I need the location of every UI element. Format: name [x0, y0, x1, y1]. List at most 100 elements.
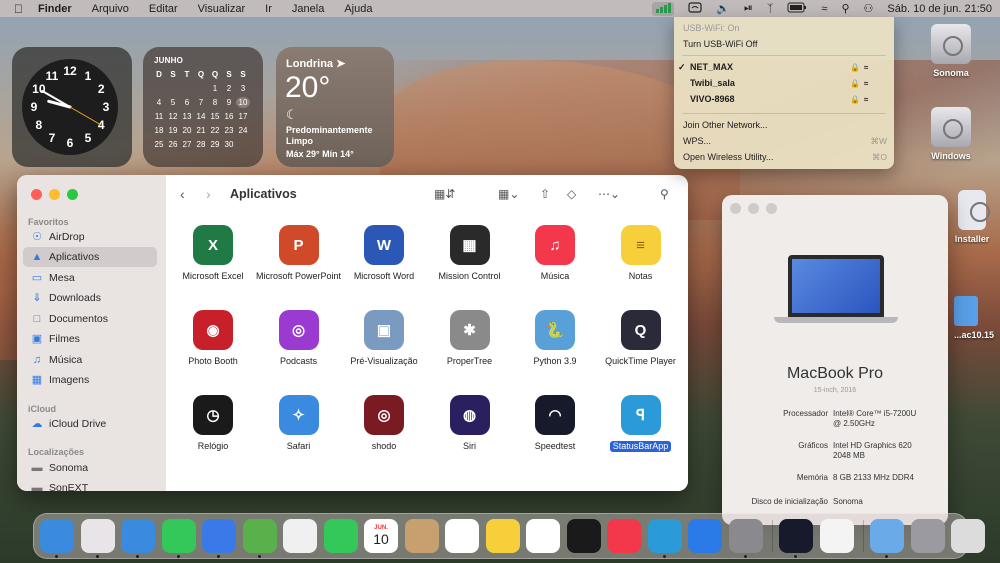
volume-icon[interactable]: 🔊 — [716, 2, 730, 15]
dock-messages-icon[interactable] — [161, 519, 196, 553]
sidebar-item-icloud-drive[interactable]: ☁ iCloud Drive — [23, 414, 157, 434]
dock-statusbarapp-icon[interactable] — [647, 519, 682, 553]
signal-bars-icon[interactable] — [652, 1, 675, 16]
wifi-network-item[interactable]: Twibi_sala 🔒 ≈ — [674, 76, 894, 91]
view-mode-icon[interactable]: ▦⇵ — [434, 186, 455, 202]
wifi-icon[interactable]: ≈ — [821, 3, 827, 15]
dock-reminders-icon[interactable] — [445, 519, 479, 553]
app-item[interactable]: ▦ Mission Control — [427, 225, 513, 282]
app-item[interactable]: ◉ Photo Booth — [170, 310, 256, 367]
sidebar-item-downloads[interactable]: ⇓ Downloads — [23, 288, 157, 308]
app-item[interactable]: ꟼ StatusBarApp — [598, 395, 684, 452]
menu-ajuda[interactable]: Ajuda — [344, 3, 372, 15]
sidebar-item-filmes[interactable]: ▣ Filmes — [23, 329, 157, 349]
dock-calendar-icon[interactable]: JUN. 10 — [364, 519, 398, 553]
search-icon[interactable]: ⚲ — [660, 186, 669, 202]
zoom-button[interactable] — [766, 203, 777, 214]
app-item[interactable]: ◎ shodo — [341, 395, 427, 452]
sidebar-item-musica[interactable]: ♫ Música — [23, 350, 157, 370]
battery-icon[interactable] — [787, 2, 807, 16]
group-by-icon[interactable]: ▦⌄ — [498, 186, 519, 202]
sidebar-item-aplicativos[interactable]: ▲ Aplicativos — [23, 247, 157, 267]
dock-notes-icon[interactable] — [485, 519, 520, 553]
tag-icon[interactable]: ◇ — [567, 186, 576, 202]
sidebar-item-airdrop[interactable]: ☉ AirDrop — [23, 227, 157, 247]
dock-maps-icon[interactable] — [242, 519, 277, 553]
menu-visualizar[interactable]: Visualizar — [198, 3, 246, 15]
close-button[interactable] — [730, 203, 741, 214]
wifi-network-item[interactable]: VIVO-8968 🔒 ≈ — [674, 92, 894, 107]
back-button[interactable]: ‹ — [180, 186, 185, 202]
more-actions-icon[interactable]: ⋯⌄ — [598, 186, 620, 202]
close-button[interactable] — [31, 189, 42, 200]
desktop-icon-installer[interactable]: Installer — [944, 190, 1000, 244]
app-item[interactable]: Q QuickTime Player — [598, 310, 684, 367]
menu-ir[interactable]: Ir — [265, 3, 272, 15]
zoom-button[interactable] — [67, 189, 78, 200]
dock-finder-icon[interactable] — [40, 519, 74, 553]
wifi-network-item[interactable]: ✓ NET_MAX 🔒 ≈ — [674, 60, 894, 75]
control-center-icon[interactable]: ⚇ — [864, 2, 874, 15]
minimize-button[interactable] — [748, 203, 759, 214]
usb-wifi-icon[interactable] — [688, 1, 702, 16]
dock-speedtest-icon[interactable] — [779, 519, 813, 553]
minimize-button[interactable] — [49, 189, 60, 200]
app-item[interactable]: X Microsoft Excel — [170, 225, 256, 282]
app-item[interactable]: ◎ Podcasts — [256, 310, 342, 367]
app-item[interactable]: ◷ Relógio — [170, 395, 256, 452]
menu-janela[interactable]: Janela — [292, 3, 324, 15]
dock-downloads-icon[interactable] — [870, 519, 904, 553]
weather-widget[interactable]: Londrina ➤ 20° ☾ Predominantemente Limpo … — [276, 47, 394, 167]
dock-contacts-icon[interactable] — [404, 519, 439, 553]
menu-arquivo[interactable]: Arquivo — [92, 3, 129, 15]
share-icon[interactable]: ⇧ — [540, 186, 550, 202]
app-item[interactable]: 🐍 Python 3.9 — [512, 310, 598, 367]
clock-widget[interactable]: 12 1 2 3 4 5 6 7 8 9 10 11 — [12, 47, 132, 167]
sidebar-item-imagens[interactable]: ▦ Imagens — [23, 370, 157, 390]
app-item[interactable]: ♫ Música — [512, 225, 598, 282]
sidebar-item-documentos[interactable]: □ Documentos — [23, 309, 157, 329]
sidebar-item-sonoma[interactable]: ▬ Sonoma — [23, 458, 157, 478]
wifi-toggle-item[interactable]: Turn USB-WiFi Off — [683, 37, 887, 51]
wps-item[interactable]: WPS... ⌘W — [683, 134, 887, 148]
dock-textedit-icon[interactable] — [819, 519, 854, 553]
dock-disk-utility-icon[interactable] — [910, 519, 945, 553]
menu-editar[interactable]: Editar — [149, 3, 178, 15]
running-indicator — [95, 555, 99, 558]
dock-system-settings-icon[interactable] — [728, 519, 763, 553]
sidebar-item-mesa[interactable]: ▭ Mesa — [23, 268, 157, 288]
app-item[interactable]: ◠ Speedtest — [512, 395, 598, 452]
open-wireless-utility-item[interactable]: Open Wireless Utility... ⌘O — [683, 150, 887, 164]
dock-safari-icon[interactable] — [121, 519, 155, 553]
app-item[interactable]: ◍ Siri — [427, 395, 513, 452]
calendar-widget[interactable]: JUNHO D S T Q Q S S 1 2 3 4 5 6 7 8 9 10 11 12 13 14 15 16 17 18… — [143, 47, 263, 167]
dock-trash-icon[interactable] — [951, 519, 985, 553]
menubar-datetime[interactable]: Sáb. 10 de jun. 21:50 — [887, 3, 992, 15]
dock-tv-icon[interactable] — [566, 519, 601, 553]
sidebar-item-sonext[interactable]: ▬ SonEXT — [23, 478, 157, 491]
app-item[interactable]: ≡ Notas — [598, 225, 684, 282]
bluetooth-icon[interactable]: ᛉ — [767, 3, 774, 15]
search-icon[interactable]: ⚲ — [841, 2, 849, 15]
clock-numeral: 1 — [85, 69, 92, 83]
menu-app-finder[interactable]: Finder — [38, 3, 72, 15]
app-item[interactable]: ✧ Safari — [256, 395, 342, 452]
desktop-icon-sonoma[interactable]: Sonoma — [920, 24, 982, 78]
dock-mail-icon[interactable] — [202, 519, 236, 553]
desktop-icon-folder[interactable]: ...ac10.15 — [948, 296, 1000, 340]
dock-music-icon[interactable] — [607, 519, 641, 553]
play-icon[interactable]: ⏯ — [744, 2, 753, 15]
dock-launchpad-icon[interactable] — [80, 519, 115, 553]
dock-app-store-icon[interactable] — [688, 519, 722, 553]
dock-freeform-icon[interactable] — [526, 519, 560, 553]
app-item[interactable]: P Microsoft PowerPoint — [256, 225, 342, 282]
app-item[interactable]: W Microsoft Word — [341, 225, 427, 282]
dock-facetime-icon[interactable] — [323, 519, 358, 553]
app-item[interactable]: ▣ Pré-Visualização — [341, 310, 427, 367]
apple-menu-icon[interactable]:  — [14, 2, 28, 16]
app-item[interactable]: ✱ ProperTree — [427, 310, 513, 367]
join-other-network-item[interactable]: Join Other Network... — [683, 118, 887, 132]
forward-button[interactable]: › — [206, 186, 211, 202]
desktop-icon-windows[interactable]: Windows — [920, 107, 982, 161]
dock-photos-icon[interactable] — [283, 519, 317, 553]
